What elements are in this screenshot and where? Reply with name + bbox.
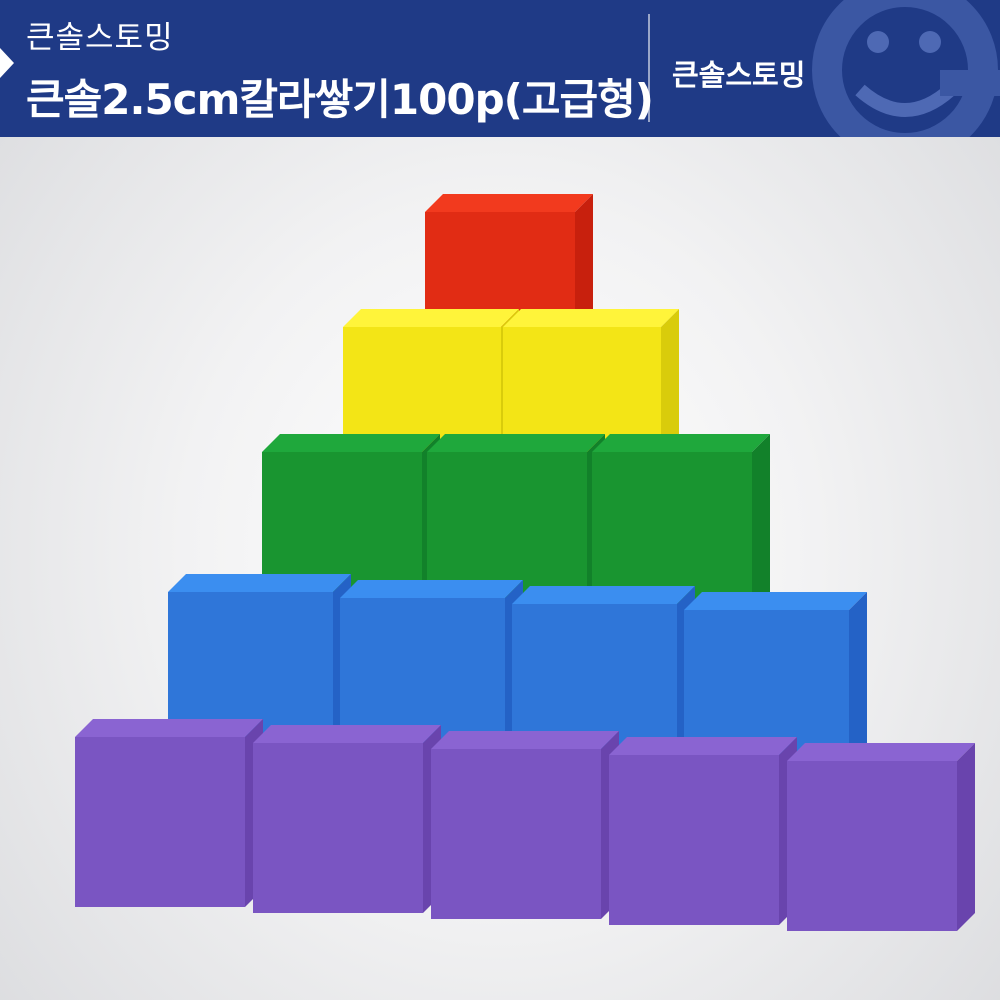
product-title: 큰솔2.5cm칼라쌓기100p(고급형) xyxy=(26,75,654,124)
cube-purple xyxy=(787,743,975,931)
cube-side-face xyxy=(957,743,975,931)
cube-top-face xyxy=(592,434,770,452)
cube-front-face xyxy=(75,737,245,907)
cube-front-face xyxy=(431,749,601,919)
cube-top-face xyxy=(168,574,351,592)
cube-top-face xyxy=(253,725,441,743)
cube-purple xyxy=(609,737,797,925)
smiling-g-logo-icon xyxy=(812,0,1000,137)
arrow-icon xyxy=(0,48,14,78)
brand-name: 큰솔스토밍 xyxy=(26,20,174,56)
cube-side-face xyxy=(752,434,770,612)
cube-top-face xyxy=(427,434,605,452)
brand-name-right: 큰솔스토밍 xyxy=(672,58,806,92)
cube-green xyxy=(592,434,770,612)
cube-top-face xyxy=(425,194,593,212)
cube-top-face xyxy=(787,743,975,761)
cube-top-face xyxy=(503,309,679,327)
cube-top-face xyxy=(75,719,263,737)
cube-top-face xyxy=(340,580,523,598)
header-banner: 큰솔스토밍 큰솔2.5cm칼라쌓기100p(고급형) 큰솔스토밍 xyxy=(0,0,1000,137)
cube-top-face xyxy=(343,309,519,327)
cube-front-face xyxy=(253,743,423,913)
cube-top-face xyxy=(684,592,867,610)
cube-front-face xyxy=(787,761,957,931)
cube-purple xyxy=(253,725,441,913)
divider xyxy=(648,14,650,122)
cube-purple xyxy=(75,719,263,907)
cube-front-face xyxy=(609,755,779,925)
cube-purple xyxy=(431,731,619,919)
cube-top-face xyxy=(262,434,440,452)
product-image: 큰솔스토밍 큰솔2.5cm칼라쌓기100p(고급형) 큰솔스토밍 xyxy=(0,0,1000,1000)
cube-top-face xyxy=(512,586,695,604)
cube-top-face xyxy=(609,737,797,755)
cube-pyramid-photo xyxy=(75,194,975,931)
cube-top-face xyxy=(431,731,619,749)
